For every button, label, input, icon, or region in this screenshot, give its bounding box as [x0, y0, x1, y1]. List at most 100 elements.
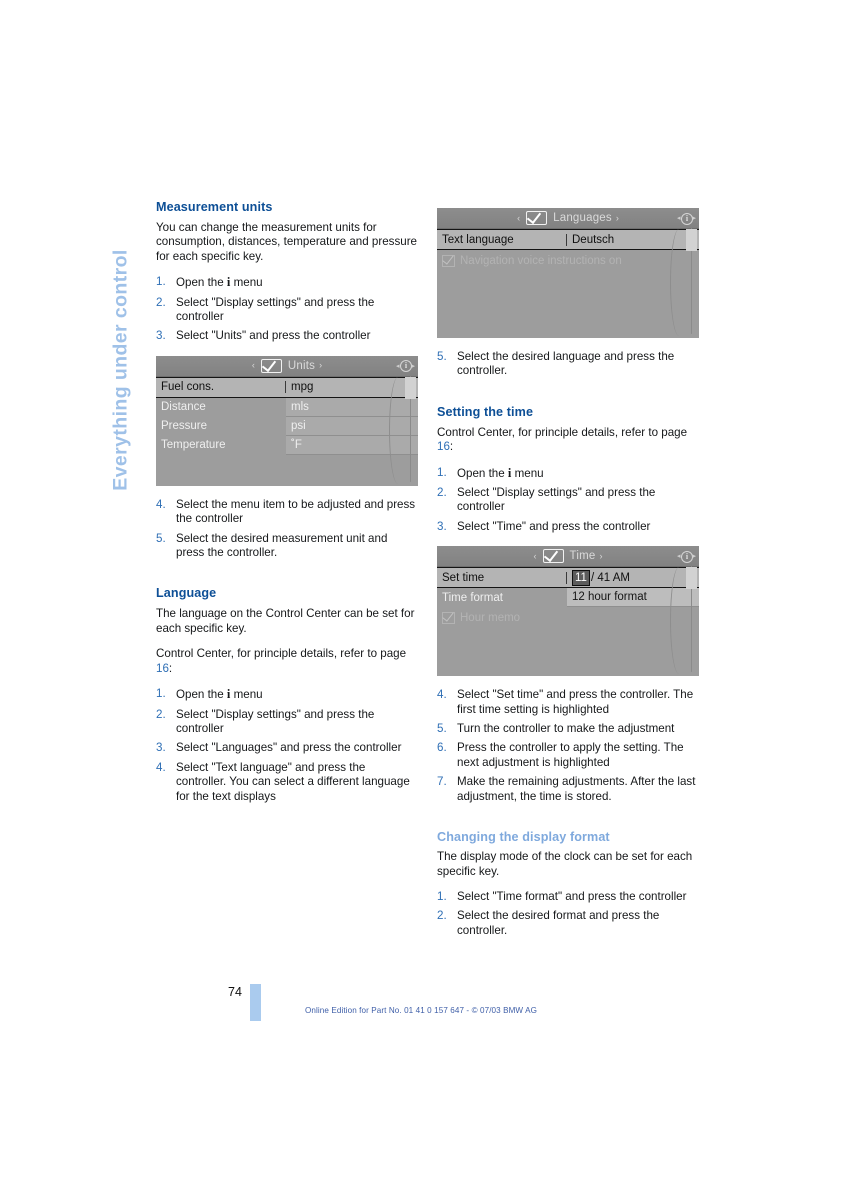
row-value: ˚F [286, 435, 418, 455]
idrive-title: Units [287, 359, 316, 372]
step-number: 1. [156, 687, 166, 701]
info-right-chevron-icon: ▸ [692, 215, 696, 222]
step-text-after: menu [511, 466, 544, 480]
step-text: Press the controller to apply the settin… [457, 741, 684, 769]
table-row[interactable]: Fuel cons. mpg [156, 376, 418, 398]
list-item: 3. Select "Units" and press the controlle… [156, 329, 418, 343]
step-text: Select the desired format and press the … [457, 909, 660, 937]
row-value: mls [286, 397, 418, 417]
list-item: 1. Open the i menu [437, 466, 699, 481]
checkbox-row-hour-memo[interactable]: Hour memo [437, 607, 699, 628]
idrive-title: Time [569, 550, 596, 563]
list-item: 5. Turn the controller to make the adjust… [437, 722, 699, 736]
step-number: 1. [437, 889, 447, 903]
idrive-rows: Set time 11/ 41 AM Time format 12 hour f… [437, 567, 699, 628]
step-text: Select the desired language and press th… [457, 350, 675, 378]
idrive-rows: Text language Deutsch Navigation voice i… [437, 229, 699, 271]
idrive-rows: Fuel cons. mpg Distance mls Pressure psi… [156, 376, 418, 455]
row-value: 11/ 41 AM [567, 569, 699, 586]
list-item: 2. Select "Display settings" and press th… [437, 486, 699, 515]
step-text-before: Open the [176, 688, 227, 702]
hour-value-highlighted[interactable]: 11 [572, 569, 590, 586]
step-number: 2. [156, 295, 166, 309]
next-arrow-icon[interactable]: › [616, 213, 619, 223]
row-value: mpg [291, 381, 314, 394]
left-column: Measurement units You can change the mea… [156, 200, 418, 816]
manual-page: Everything under control Measurement uni… [0, 0, 848, 1200]
scrollbar-thumb[interactable] [686, 229, 697, 251]
right-column: ‹ Languages › ◂ i ▸ Text language Deutsc… [437, 200, 699, 950]
step-number: 6. [437, 741, 447, 755]
page-marker-bar [250, 984, 261, 1021]
row-label: Pressure [161, 420, 208, 433]
list-item: 5. Select the desired language and press … [437, 350, 699, 379]
step-number: 4. [156, 497, 166, 511]
table-row[interactable]: Distance mls [156, 397, 418, 417]
ref-text-before: Control Center, for principle details, r… [437, 425, 688, 439]
step-text: Select "Time" and press the controller [457, 519, 651, 533]
info-icon[interactable]: ◂ i ▸ [677, 548, 696, 564]
list-item: 2. Select the desired format and press th… [437, 909, 699, 938]
idrive-title: Languages [553, 212, 612, 224]
checkbox-check-icon [442, 611, 455, 624]
info-icon[interactable]: ◂ i ▸ [396, 358, 415, 374]
row-label: Text language [437, 233, 567, 246]
step-text: Select "Display settings" and press the … [457, 486, 656, 514]
step-number: 5. [437, 350, 447, 363]
list-item: 2. Select "Display settings" and press th… [156, 296, 418, 325]
scrollbar-thumb[interactable] [686, 567, 697, 590]
list-item: 4. Select "Set time" and press the contro… [437, 688, 699, 717]
list-item: 6. Press the controller to apply the sett… [437, 741, 699, 770]
step-number: 3. [156, 329, 166, 343]
list-item: 1. Select "Time format" and press the con… [437, 890, 699, 904]
info-icon[interactable]: ◂ i ▸ [677, 210, 696, 226]
list-item: 1. Open the i menu [156, 687, 418, 702]
list-item: 3. Select "Time" and press the controller [437, 520, 699, 534]
list-item: 7. Make the remaining adjustments. After … [437, 775, 699, 804]
table-row[interactable]: Temperature ˚F [156, 435, 418, 455]
prev-arrow-icon[interactable]: ‹ [517, 213, 520, 223]
list-item: 5. Select the desired measurement unit an… [156, 532, 418, 561]
step-text: Select "Display settings" and press the … [176, 295, 375, 324]
step-number: 2. [156, 707, 166, 721]
row-label: Time format [442, 591, 503, 604]
step-number: 4. [437, 688, 447, 702]
table-row[interactable]: Pressure psi [156, 416, 418, 436]
ref-text-after: : [168, 661, 173, 675]
step-number: 3. [156, 741, 166, 755]
info-letter: i [400, 360, 412, 373]
list-item: 3. Select "Languages" and press the contr… [156, 741, 418, 755]
page-reference[interactable]: 16 [437, 440, 450, 453]
step-text: Select "Time format" and press the contr… [457, 889, 687, 903]
info-letter: i [681, 212, 693, 225]
language-intro: The language on the Control Center can b… [156, 607, 415, 635]
setting-time-reference: Control Center, for principle details, r… [437, 426, 699, 455]
prev-arrow-icon[interactable]: ‹ [534, 551, 537, 561]
row-value: psi [286, 416, 418, 436]
table-row[interactable]: Text language Deutsch [437, 229, 699, 250]
step-text-before: Open the [457, 466, 508, 480]
language-reference: Control Center, for principle details, r… [156, 647, 418, 676]
info-right-chevron-icon: ▸ [692, 553, 696, 561]
ref-text-after: : [449, 440, 454, 454]
table-row-set-time[interactable]: Set time 11/ 41 AM [437, 567, 699, 589]
row-label: Distance [161, 401, 206, 414]
heading-setting-the-time: Setting the time [437, 404, 534, 419]
scrollbar-thumb[interactable] [405, 376, 416, 399]
table-row-time-format[interactable]: Time format 12 hour format [437, 588, 699, 608]
step-number: 5. [156, 531, 166, 545]
prev-arrow-icon[interactable]: ‹ [252, 361, 255, 370]
step-number: 7. [437, 775, 447, 789]
info-left-chevron-icon: ◂ [677, 215, 681, 222]
page-reference[interactable]: 16 [156, 662, 169, 675]
list-item: 4. Select the menu item to be adjusted an… [156, 498, 418, 527]
step-number: 1. [437, 465, 447, 479]
checkbox-row-navigation-voice[interactable]: Navigation voice instructions on [437, 250, 699, 271]
footer-note: Online Edition for Part No. 01 41 0 157 … [305, 1006, 537, 1015]
next-arrow-icon[interactable]: › [599, 551, 602, 561]
step-text: Select the desired measurement unit and … [176, 531, 388, 560]
changing-display-format-steps: 1. Select "Time format" and press the con… [437, 890, 699, 938]
step-text: Select "Languages" and press the control… [176, 741, 402, 755]
next-arrow-icon[interactable]: › [319, 361, 322, 370]
list-item: 2. Select "Display settings" and press th… [156, 708, 418, 737]
